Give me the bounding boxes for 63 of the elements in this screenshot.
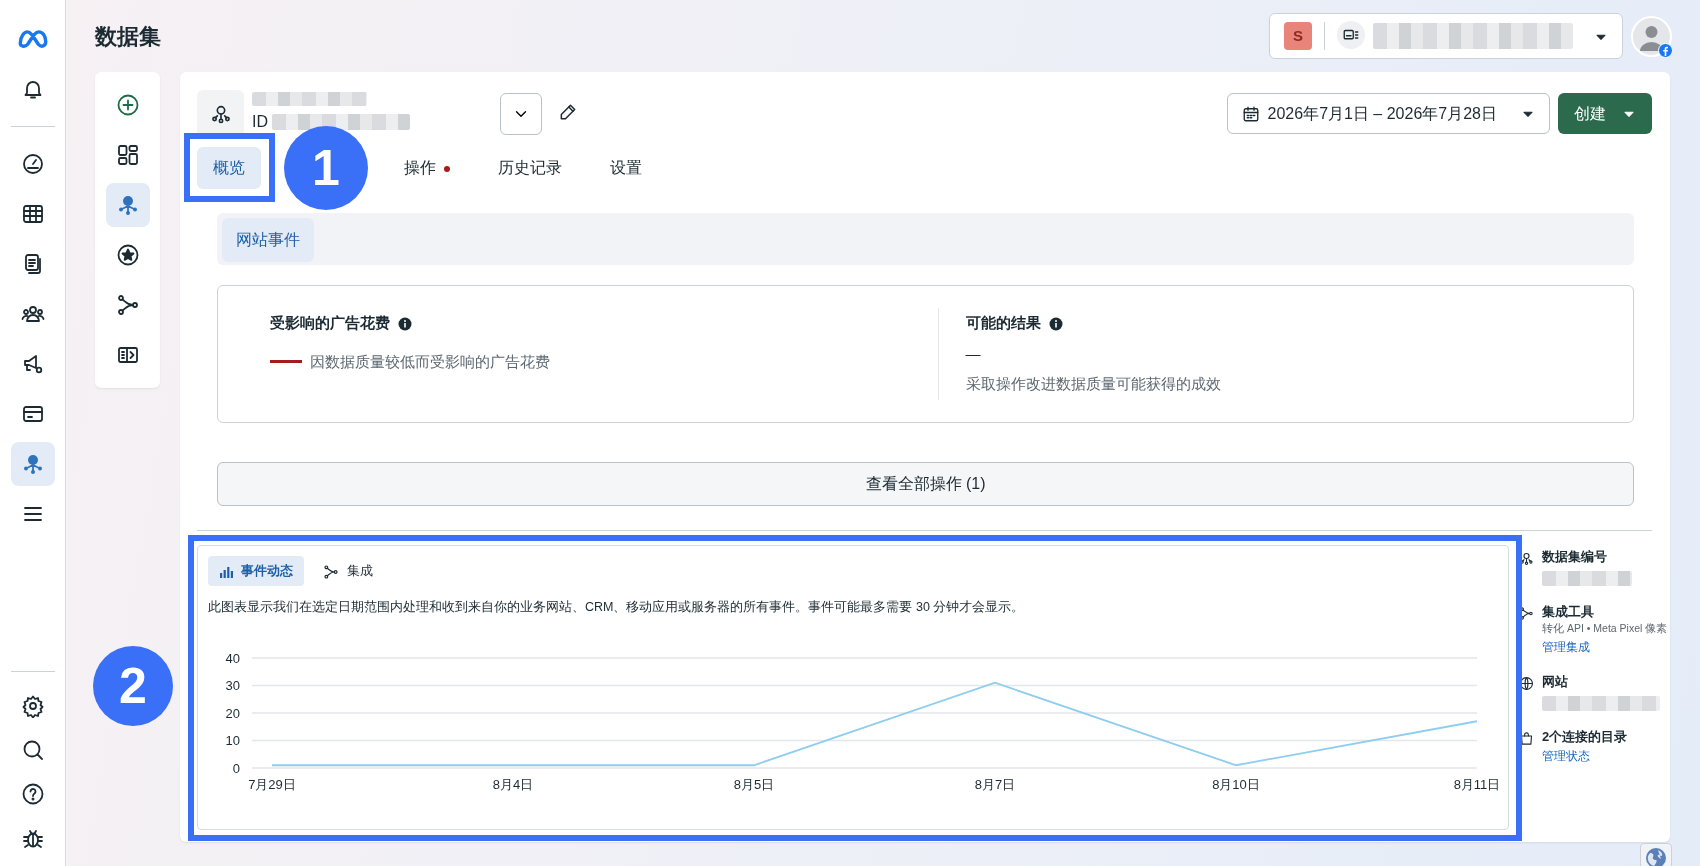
tab[interactable]: 历史记录 [482, 147, 578, 189]
info-title: 数据集编号 [1542, 548, 1608, 566]
dataset-tool-button[interactable] [105, 183, 150, 227]
page-title: 数据集 [95, 22, 161, 51]
language-button[interactable] [1640, 843, 1672, 866]
globe-icon [1645, 847, 1667, 866]
help-icon [20, 782, 45, 806]
info-link[interactable]: 管理集成 [1542, 637, 1590, 656]
x-tick-label: 8月5日 [733, 777, 775, 793]
account-selector[interactable]: S [1269, 13, 1623, 59]
y-tick-label: 40 [225, 650, 240, 666]
add-icon [115, 93, 140, 117]
metric-title: 受影响的广告花费 [270, 313, 390, 333]
info-title: 网站 [1542, 673, 1569, 692]
metric-description: 因数据质量较低而受影响的广告花费 [310, 351, 550, 372]
metric-value: — [965, 343, 982, 364]
tab[interactable]: 设置 [594, 147, 658, 189]
x-tick-label: 7月29日 [248, 777, 296, 793]
create-button[interactable]: 创建 [1558, 93, 1652, 134]
dataset-icon [1519, 551, 1534, 567]
settings-icon [20, 694, 45, 718]
info-icon[interactable] [398, 317, 412, 332]
calendar-icon [1241, 104, 1260, 123]
tab[interactable]: 操作 [388, 147, 466, 189]
y-tick-label: 20 [225, 705, 240, 721]
x-tick-label: 8月11日 [1453, 777, 1498, 793]
x-tick-label: 8月4日 [492, 777, 534, 793]
metric-title: 可能的结果 [965, 313, 1041, 333]
grid-icon [115, 143, 140, 167]
info-detail: 转化 API • Meta Pixel 像素 [1542, 621, 1668, 636]
x-tick-label: 8月10日 [1212, 777, 1260, 793]
facebook-badge-icon [1658, 42, 1673, 58]
bag-icon [1519, 730, 1534, 746]
y-tick-label: 0 [232, 760, 240, 776]
account-initial: S [1284, 22, 1312, 50]
chart-description: 此图表显示我们在选定日期范围内处理和收到来自你的业务网站、CRM、移动应用或服务器的所有事件。事件可能最多需要 30 分钟才会显示。 [208, 598, 1026, 616]
flow-icon [1519, 605, 1534, 621]
legend-line [270, 360, 302, 364]
metric-description: 采取操作改进数据质量可能获得的成效 [965, 374, 1221, 394]
flow-icon [323, 563, 339, 580]
date-range-picker[interactable]: 2026年7月1日 – 2026年7月28日 [1226, 93, 1550, 134]
y-tick-label: 30 [225, 678, 240, 694]
chart-tab[interactable]: 事件动态 [208, 556, 304, 586]
profile-avatar[interactable] [1631, 15, 1672, 57]
info-icon[interactable] [1048, 317, 1063, 332]
flow-icon [115, 293, 140, 317]
view-all-actions-button[interactable]: 查看全部操作 (1) [217, 462, 1634, 506]
tab[interactable]: 网站事件 [222, 218, 314, 262]
dataset-nav-button[interactable] [10, 442, 55, 486]
step-badge: 2 [93, 646, 173, 726]
y-tick-label: 10 [225, 733, 240, 749]
gauge-icon [20, 152, 45, 176]
tab[interactable]: 概览 [197, 147, 261, 189]
table-icon [20, 202, 45, 226]
bar-chart-icon [219, 564, 233, 579]
globe-icon [1519, 676, 1534, 692]
info-link[interactable]: 管理状态 [1542, 747, 1590, 766]
info-title: 集成工具 [1542, 602, 1595, 621]
id-label: ID [252, 112, 268, 132]
x-tick-label: 8月7日 [974, 777, 1016, 793]
alert-dot [444, 165, 450, 172]
chart-tab[interactable]: 集成 [312, 556, 384, 586]
info-title: 2个连接的目录 [1542, 727, 1628, 746]
